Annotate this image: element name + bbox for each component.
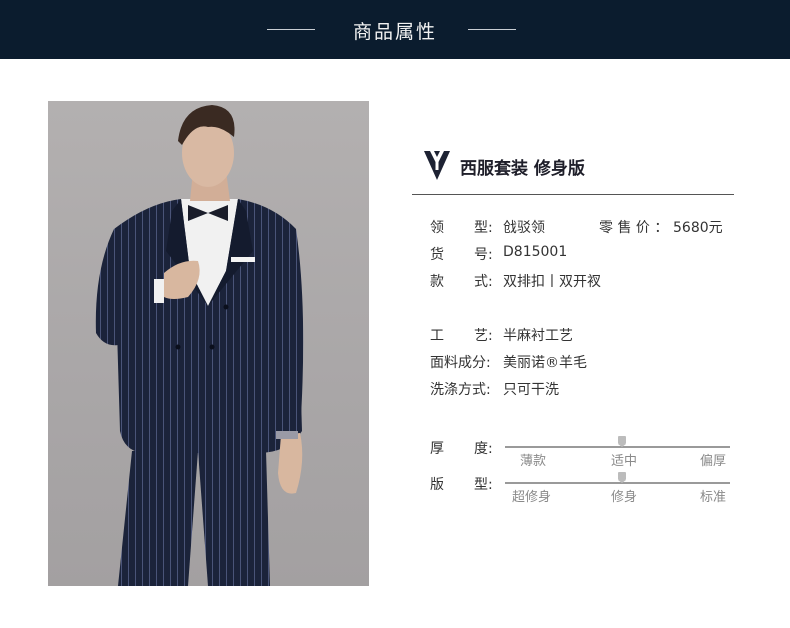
suit-collar-logo-icon	[424, 151, 450, 180]
thickness-option-thin: 薄款	[520, 454, 547, 469]
spec-style-key1: 款	[430, 274, 444, 290]
header-right-rule	[468, 29, 516, 30]
spec-collar-key1: 领	[430, 220, 444, 236]
fit-scale: 超修身 修身 标准	[505, 472, 730, 512]
spec-fabric-label: 面料成分:	[430, 355, 491, 371]
spec-style-key2: 式:	[474, 274, 493, 290]
spec-collar-key2: 型:	[474, 220, 493, 236]
spec-item-key1: 货	[430, 247, 444, 263]
spec-craft-key2: 艺:	[474, 328, 493, 344]
spec-price-label: 零 售 价 ：	[599, 220, 669, 236]
spec-wash-value: 只可干洗	[503, 382, 559, 398]
header-title: 商品属性	[352, 21, 437, 43]
spec-item-key2: 号:	[474, 247, 493, 263]
thickness-scale: 薄款 适中 偏厚	[505, 436, 730, 476]
product-name: 西服套装 修身版	[460, 159, 585, 179]
fit-marker	[618, 472, 626, 483]
spec-item-value: D815001	[503, 244, 568, 260]
spec-craft-key1: 工	[430, 328, 444, 344]
spec-price-value: 5680元	[673, 220, 723, 236]
spec-collar-value: 戗驳领	[503, 220, 545, 236]
spec-style-value: 双排扣丨双开衩	[503, 274, 601, 290]
brand-divider	[412, 194, 734, 195]
thickness-marker	[618, 436, 626, 447]
spec-wash-label: 洗涤方式:	[430, 382, 491, 398]
fit-option-regular: 标准	[699, 490, 726, 505]
fit-option-super-slim: 超修身	[512, 490, 552, 505]
fit-option-slim: 修身	[611, 490, 638, 505]
section-header: 商品属性	[0, 0, 790, 59]
model-in-pinstripe-suit-image	[95, 105, 304, 586]
spec-fabric-value: 美丽诺®羊毛	[503, 355, 587, 371]
product-photo	[48, 101, 369, 586]
spec-craft-value: 半麻衬工艺	[503, 328, 573, 344]
thickness-option-thick: 偏厚	[699, 454, 726, 469]
thickness-option-medium: 适中	[611, 454, 638, 469]
